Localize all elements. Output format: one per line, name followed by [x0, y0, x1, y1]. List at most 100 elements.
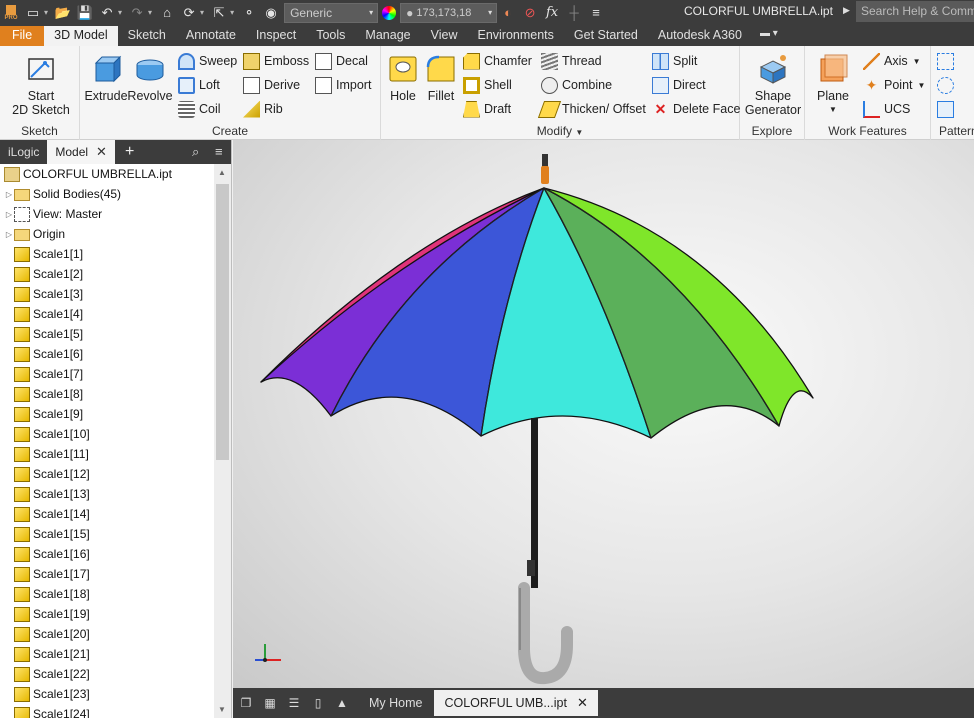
fillet-button[interactable]: Fillet [423, 52, 459, 103]
rectangular-pattern-button[interactable] [937, 51, 958, 71]
tree-node-scale[interactable]: Scale1[21] [0, 644, 214, 664]
tree-node-scale[interactable]: Scale1[13] [0, 484, 214, 504]
adjust-icon[interactable]: ◐ [499, 4, 517, 22]
tree-node-scale[interactable]: Scale1[5] [0, 324, 214, 344]
direct-button[interactable]: Direct [652, 75, 706, 95]
switch-docs-icon[interactable]: ▲ [331, 694, 353, 712]
chamfer-button[interactable]: Chamfer [463, 51, 532, 71]
split-button[interactable]: Split [652, 51, 697, 71]
tree-node-scale[interactable]: Scale1[10] [0, 424, 214, 444]
tab-model[interactable]: Model ✕ [47, 140, 115, 164]
search-input[interactable]: Search Help & Commands [856, 1, 974, 22]
tab-manage[interactable]: Manage [355, 26, 420, 46]
tree-node-scale[interactable]: Scale1[23] [0, 684, 214, 704]
coil-button[interactable]: Coil [178, 99, 221, 119]
select-icon[interactable]: ⇱ [210, 4, 228, 22]
tab-sketch[interactable]: Sketch [118, 26, 176, 46]
tree-node-scale[interactable]: Scale1[8] [0, 384, 214, 404]
tab-file[interactable]: File [0, 26, 45, 46]
expand-icon[interactable]: ▷ [4, 210, 14, 219]
tree-node-scale[interactable]: Scale1[4] [0, 304, 214, 324]
tab-inspect[interactable]: Inspect [246, 26, 306, 46]
expand-icon[interactable]: ▷ [4, 190, 14, 199]
tab-3d-model[interactable]: 3D Model [44, 26, 118, 46]
close-icon[interactable]: ✕ [96, 144, 107, 160]
save-icon[interactable]: 💾 [76, 4, 94, 22]
tree-node-origin[interactable]: ▷ Origin [0, 224, 214, 244]
draft-button[interactable]: Draft [463, 99, 511, 119]
ribbon-options-icon[interactable]: ▬ ▾ [752, 26, 786, 46]
clear-appearance-icon[interactable]: ⊘ [521, 4, 539, 22]
undo-dropdown-icon[interactable]: ▾ [118, 8, 122, 17]
hole-button[interactable]: Hole [385, 52, 421, 103]
material-select[interactable]: Generic ▾ [284, 2, 379, 23]
search-icon[interactable]: ⌕ [192, 144, 199, 160]
new-icon[interactable]: ▭ [24, 4, 42, 22]
tree-node-scale[interactable]: Scale1[11] [0, 444, 214, 464]
circular-pattern-button[interactable] [937, 75, 958, 95]
ucs-button[interactable]: UCS [863, 99, 910, 119]
vertical-tile-icon[interactable]: ▯ [307, 694, 329, 712]
menu-icon[interactable]: ≡ [215, 144, 223, 159]
redo-dropdown-icon[interactable]: ▾ [148, 8, 152, 17]
tree-node-solid-bodies[interactable]: ▷ Solid Bodies(45) [0, 184, 214, 204]
undo-icon[interactable]: ↶ [98, 4, 116, 22]
shell-button[interactable]: Shell [463, 75, 512, 95]
derive-button[interactable]: Derive [243, 75, 300, 95]
decal-button[interactable]: Decal [315, 51, 368, 71]
search-expand-icon[interactable]: ▶ [843, 5, 850, 16]
thread-button[interactable]: Thread [541, 51, 602, 71]
scroll-thumb[interactable] [216, 184, 229, 460]
tree-node-scale[interactable]: Scale1[9] [0, 404, 214, 424]
cascade-icon[interactable]: ❐ [235, 694, 257, 712]
update-icon[interactable]: ⟳ [180, 4, 198, 22]
tree-node-scale[interactable]: Scale1[19] [0, 604, 214, 624]
emboss-button[interactable]: Emboss [243, 51, 309, 71]
cross-icon[interactable]: ┼ [565, 4, 583, 22]
select-dropdown-icon[interactable]: ▾ [230, 8, 234, 17]
expand-icon[interactable]: ▷ [4, 230, 14, 239]
tree-node-scale[interactable]: Scale1[20] [0, 624, 214, 644]
import-button[interactable]: Import [315, 75, 371, 95]
point-button[interactable]: ✦ Point ▼ [863, 75, 926, 95]
delete-face-button[interactable]: ✕ Delete Face [652, 99, 741, 119]
start-2d-sketch-button[interactable]: Start 2D Sketch [8, 52, 74, 117]
tree-node-scale[interactable]: Scale1[1] [0, 244, 214, 264]
redo-icon[interactable]: ↷ [128, 4, 146, 22]
tree-node-scale[interactable]: Scale1[2] [0, 264, 214, 284]
extrude-button[interactable]: Extrude [82, 52, 130, 103]
measure-icon[interactable]: ⚬ [240, 4, 258, 22]
tree-node-scale[interactable]: Scale1[3] [0, 284, 214, 304]
sweep-button[interactable]: Sweep [178, 51, 237, 71]
tree-node-scale[interactable]: Scale1[7] [0, 364, 214, 384]
panel-title-modify[interactable]: Modify ▼ [381, 124, 739, 138]
revolve-button[interactable]: Revolve [127, 52, 173, 103]
tree-node-scale[interactable]: Scale1[24] [0, 704, 214, 718]
color-wheel-icon[interactable] [382, 5, 397, 20]
tab-autodesk-a360[interactable]: Autodesk A360 [648, 26, 752, 46]
horizontal-tile-icon[interactable]: ☰ [283, 694, 305, 712]
add-tab-icon[interactable]: + [125, 143, 134, 161]
thicken-offset-button[interactable]: Thicken/ Offset [537, 99, 646, 119]
tree-node-scale[interactable]: Scale1[12] [0, 464, 214, 484]
close-icon[interactable]: ✕ [577, 695, 588, 711]
update-dropdown-icon[interactable]: ▾ [200, 8, 204, 17]
new-dropdown-icon[interactable]: ▾ [44, 8, 48, 17]
graphics-viewport[interactable] [233, 140, 974, 688]
fx-icon[interactable]: fx [543, 4, 561, 22]
scroll-up-icon[interactable]: ▲ [218, 168, 226, 177]
open-icon[interactable]: 📂 [54, 4, 72, 22]
tree-node-scale[interactable]: Scale1[22] [0, 664, 214, 684]
appearance-select[interactable]: ● 173,173,18 ▾ [400, 2, 498, 23]
tree-node-scale[interactable]: Scale1[16] [0, 544, 214, 564]
tab-view[interactable]: View [421, 26, 468, 46]
tab-my-home[interactable]: My Home [359, 690, 432, 716]
tab-document[interactable]: COLORFUL UMB...ipt ✕ [434, 690, 598, 716]
tab-tools[interactable]: Tools [306, 26, 355, 46]
tab-get-started[interactable]: Get Started [564, 26, 648, 46]
tree-node-scale[interactable]: Scale1[6] [0, 344, 214, 364]
app-logo[interactable]: PRO [0, 0, 22, 25]
axis-button[interactable]: Axis ▼ [863, 51, 921, 71]
appearance-icon[interactable]: ◉ [262, 4, 280, 22]
browser-scrollbar[interactable]: ▲ ▼ [214, 164, 231, 718]
